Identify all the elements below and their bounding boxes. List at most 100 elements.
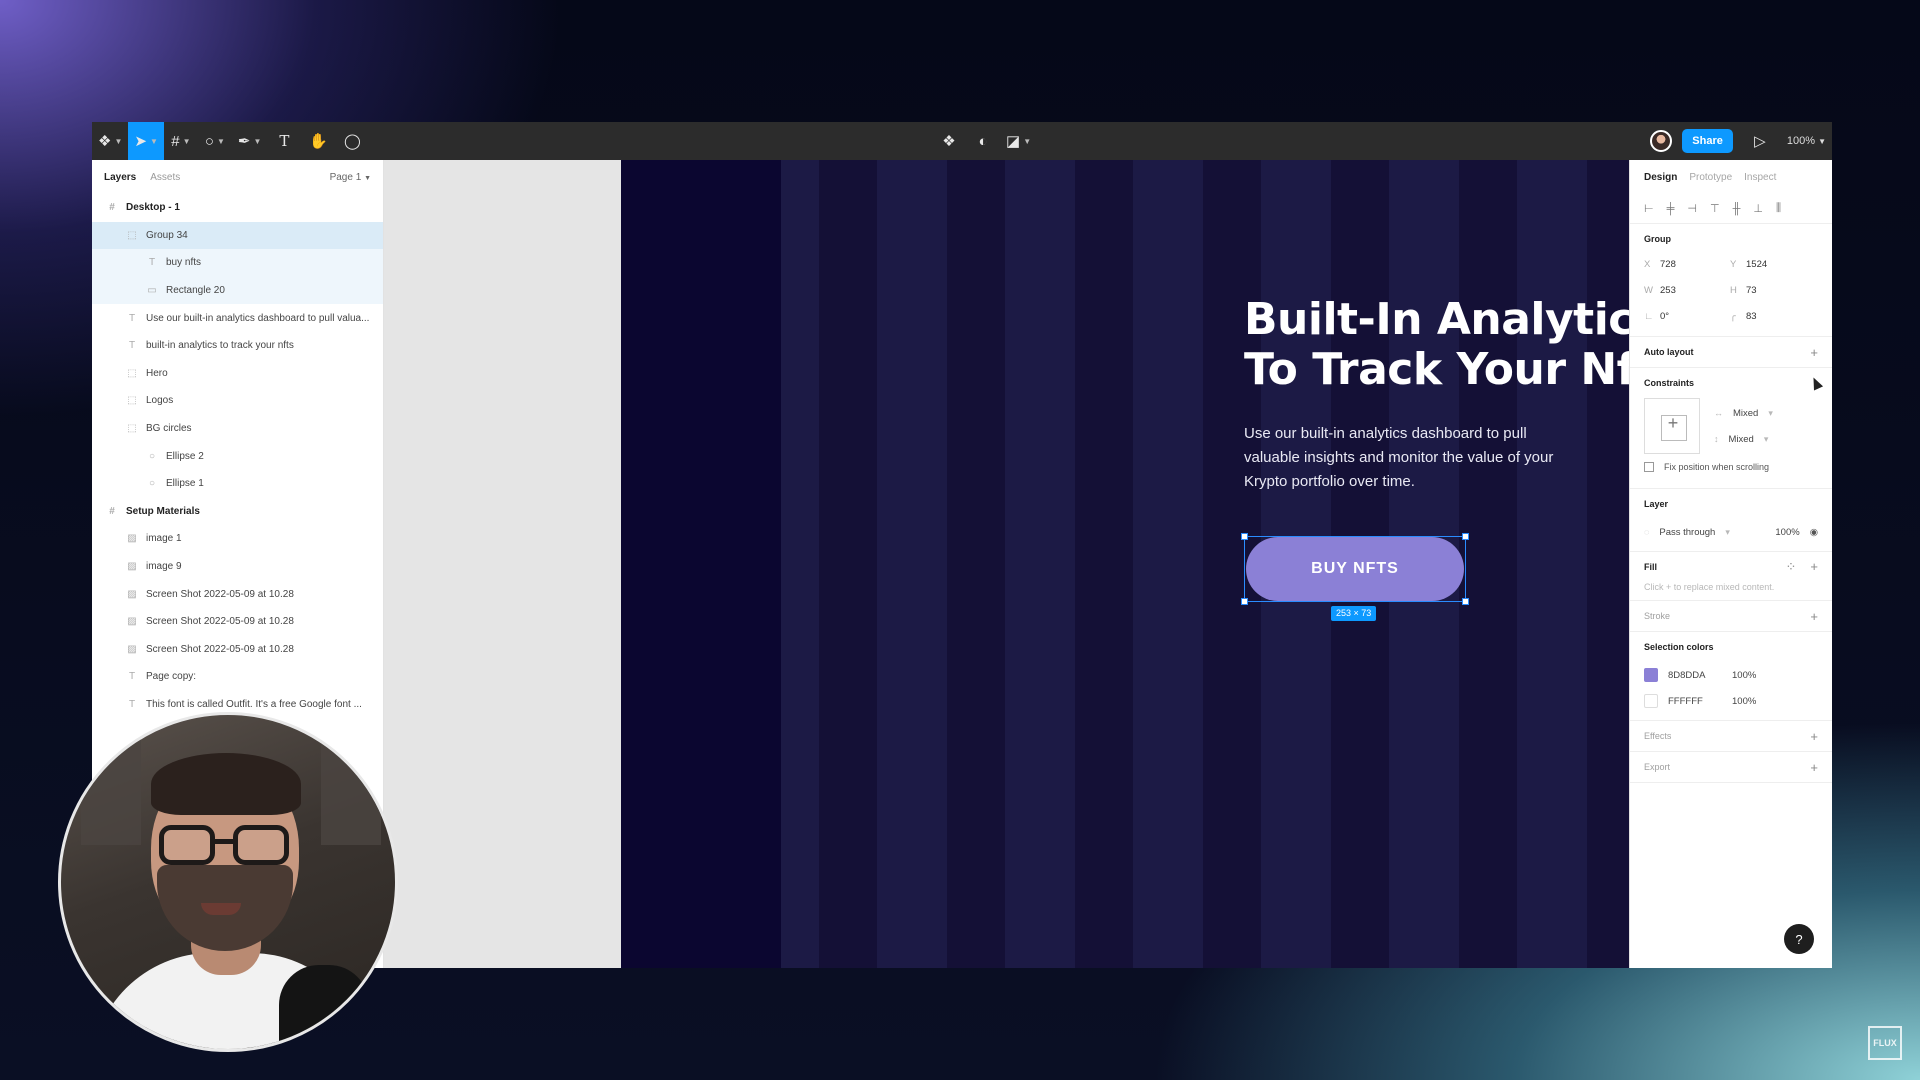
add-effect-icon[interactable]: +: [1810, 729, 1818, 744]
resize-handle-tr[interactable]: [1462, 533, 1469, 540]
text-layer-icon: T: [128, 698, 136, 710]
layer-item[interactable]: ▨ Screen Shot 2022-05-09 at 10.28: [92, 608, 383, 636]
rotation-icon: ∟: [1644, 310, 1654, 322]
user-avatar[interactable]: [1650, 130, 1673, 152]
chevron-down-icon: ▼: [1023, 136, 1032, 146]
align-right-icon[interactable]: ⊣: [1687, 202, 1697, 215]
constraints-widget[interactable]: [1644, 398, 1701, 454]
constraint-horizontal[interactable]: ↔ Mixed ▾: [1714, 400, 1773, 426]
h-field[interactable]: H 73: [1730, 280, 1816, 300]
text-layer-icon: T: [128, 671, 136, 683]
layer-item[interactable]: ▨ Screen Shot 2022-05-09 at 10.28: [92, 636, 383, 664]
hero-headline[interactable]: Built-In Analytics To Track Your Nft: [1244, 295, 1629, 395]
glasses-left-lens: [159, 825, 215, 865]
present-button[interactable]: ▷: [1743, 122, 1777, 160]
color-swatch[interactable]: [1644, 694, 1658, 708]
layer-list: # Desktop - 1 ⬚ Group 34 Tbuy nfts ▭ Rectangle…: [92, 194, 383, 718]
layer-item[interactable]: ⬚ Group 34: [92, 221, 383, 250]
layer-item[interactable]: ⬚ Logos: [92, 387, 383, 415]
share-button[interactable]: Share: [1682, 129, 1733, 153]
layer-item[interactable]: ▨ Screen Shot 2022-05-09 at 10.28: [92, 580, 383, 608]
layer-item[interactable]: ⬚ BG circles: [92, 415, 383, 443]
add-auto-layout-icon[interactable]: +: [1810, 345, 1818, 360]
resize-handle-tl[interactable]: [1241, 533, 1248, 540]
ellipse-layer-icon: ○: [148, 478, 156, 490]
fix-position-checkbox[interactable]: [1644, 462, 1654, 472]
hero-body-text[interactable]: Use our built-in analytics dashboard to …: [1244, 422, 1584, 494]
desktop-frame[interactable]: Built-In Analytics To Track Your Nft Use…: [621, 160, 1629, 968]
mask-button[interactable]: ◐: [966, 122, 1000, 160]
layer-opacity-value[interactable]: 100%: [1775, 527, 1799, 538]
x-field[interactable]: X 728: [1644, 254, 1730, 274]
eye-icon[interactable]: ◉: [1810, 527, 1818, 538]
layer-item-label: Logos: [146, 395, 174, 407]
layer-item[interactable]: ▨ image 9: [92, 553, 383, 581]
layer-item[interactable]: ▭ Rectangle 20: [92, 276, 383, 305]
layer-item[interactable]: # Setup Materials: [92, 498, 383, 526]
layer-item[interactable]: # Desktop - 1: [92, 194, 383, 222]
image-layer-icon: ▨: [127, 616, 137, 628]
text-tool-button[interactable]: T: [267, 122, 301, 160]
radius-field[interactable]: ╭ 83: [1730, 306, 1816, 326]
color-swatch[interactable]: [1644, 668, 1658, 682]
component-icon: ❖: [942, 133, 956, 150]
zoom-dropdown[interactable]: 100% ▼: [1787, 135, 1826, 147]
component-button[interactable]: ❖: [932, 122, 966, 160]
color-opacity: 100%: [1732, 669, 1757, 681]
layer-item[interactable]: Tbuy nfts: [92, 249, 383, 277]
selection-color-row[interactable]: FFFFFF 100%: [1644, 688, 1818, 714]
toolbar-right: Share ▷ 100% ▼: [1650, 122, 1826, 160]
text-layer-icon: T: [148, 257, 156, 269]
ellipse-layer-icon: ○: [148, 450, 156, 462]
play-icon: ▷: [1754, 133, 1766, 150]
distribute-icon[interactable]: ⫼: [1776, 202, 1781, 215]
selection-color-row[interactable]: 8D8DDA 100%: [1644, 662, 1818, 688]
resize-handle-bl[interactable]: [1241, 598, 1248, 605]
tab-layers[interactable]: Layers: [104, 172, 136, 183]
group-layer-icon: ⬚: [127, 395, 137, 407]
pen-tool-button[interactable]: ✒ ▼: [232, 122, 268, 160]
add-export-icon[interactable]: +: [1810, 760, 1818, 775]
boolean-button[interactable]: ◪ ▼: [1000, 122, 1037, 160]
group-title[interactable]: Group: [1644, 224, 1818, 254]
tab-assets[interactable]: Assets: [150, 172, 180, 183]
shape-tool-button[interactable]: ○ ▼: [198, 122, 232, 160]
rotation-field[interactable]: ∟ 0°: [1644, 306, 1730, 326]
tab-design[interactable]: Design: [1644, 172, 1677, 183]
move-tool-button[interactable]: ➤ ▼: [128, 122, 164, 160]
add-fill-icon[interactable]: +: [1810, 559, 1818, 575]
layer-item[interactable]: ○ Ellipse 2: [92, 442, 383, 470]
layer-item[interactable]: Tbuilt-in analytics to track your nfts: [92, 332, 383, 360]
layer-item[interactable]: ▨ image 1: [92, 525, 383, 553]
h-value: 73: [1746, 284, 1757, 296]
comment-tool-button[interactable]: ◯: [335, 122, 369, 160]
constraint-vertical[interactable]: ↕ Mixed ▾: [1714, 426, 1773, 452]
align-left-icon[interactable]: ⊢: [1644, 202, 1654, 215]
constraints-label: Constraints: [1644, 378, 1695, 388]
selection-colors-label: Selection colors: [1644, 642, 1714, 652]
style-grid-icon[interactable]: ⁘: [1786, 559, 1797, 575]
channel-logo: FLUX: [1868, 1026, 1902, 1060]
layer-item[interactable]: T Use our built-in analytics dashboard to…: [92, 304, 383, 332]
layer-item[interactable]: T Page copy:: [92, 663, 383, 691]
align-top-icon[interactable]: ⊤: [1710, 202, 1720, 215]
blend-mode-dropdown[interactable]: Pass through: [1659, 527, 1715, 538]
text-layer-icon: T: [128, 340, 136, 352]
tab-prototype[interactable]: Prototype: [1689, 172, 1732, 183]
page-selector[interactable]: Page 1 ▼: [330, 172, 371, 183]
help-button[interactable]: ?: [1784, 924, 1814, 954]
y-field[interactable]: Y 1524: [1730, 254, 1816, 274]
add-stroke-icon[interactable]: +: [1810, 609, 1818, 624]
layer-item-label: Page copy:: [146, 671, 197, 683]
align-bottom-icon[interactable]: ⊥: [1753, 202, 1763, 215]
resize-handle-br[interactable]: [1462, 598, 1469, 605]
w-field[interactable]: W 253: [1644, 280, 1730, 300]
hand-tool-button[interactable]: ✋: [301, 122, 335, 160]
frame-tool-button[interactable]: # ▼: [164, 122, 198, 160]
layer-item[interactable]: ⬚ Hero: [92, 360, 383, 388]
tab-inspect[interactable]: Inspect: [1744, 172, 1776, 183]
main-menu-button[interactable]: ❖ ▼: [92, 122, 128, 160]
align-center-v-icon[interactable]: ╫: [1733, 203, 1741, 215]
layer-item[interactable]: ○ Ellipse 1: [92, 470, 383, 498]
align-center-h-icon[interactable]: ╪: [1667, 203, 1675, 215]
